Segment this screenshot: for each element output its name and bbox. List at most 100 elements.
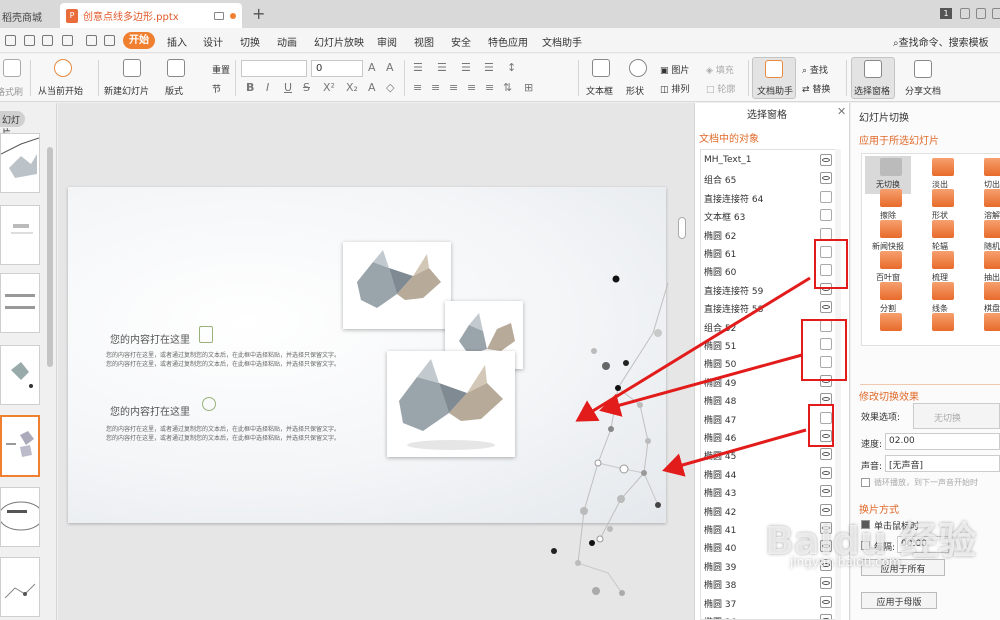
menu-doc-helper[interactable]: 文档助手 xyxy=(542,34,582,49)
clear-format-icon[interactable]: ◇ xyxy=(386,81,394,94)
object-row[interactable]: 椭圆 37 xyxy=(701,594,839,612)
layout-icon[interactable] xyxy=(167,59,185,77)
eye-icon[interactable] xyxy=(820,485,832,498)
object-row[interactable]: 直接连接符 64 xyxy=(701,189,839,207)
number-list-icon[interactable]: ☰ xyxy=(437,61,447,74)
object-row[interactable]: MH_Text_1 xyxy=(701,152,839,170)
menu-start[interactable]: 开始 xyxy=(123,32,155,49)
subscript-icon[interactable]: X₂ xyxy=(346,81,358,94)
eye-icon[interactable] xyxy=(820,614,832,619)
loop-checkbox[interactable] xyxy=(861,478,870,487)
slide-thumbnail[interactable] xyxy=(0,487,44,547)
object-row[interactable]: 组合 65 xyxy=(701,170,839,188)
menu-slideshow[interactable]: 幻灯片放映 xyxy=(314,34,364,49)
font-size-select[interactable]: 0 xyxy=(311,60,363,77)
transition-effect[interactable] xyxy=(917,311,963,349)
object-row[interactable]: 椭圆 38 xyxy=(701,575,839,593)
menu-review[interactable]: 审阅 xyxy=(377,34,397,49)
replace-button[interactable]: ⇄ 替换 xyxy=(802,82,830,95)
eye-icon[interactable] xyxy=(820,301,832,314)
slide-heading-1[interactable]: 您的内容打在这里 xyxy=(110,331,190,346)
menu-security[interactable]: 安全 xyxy=(451,34,471,49)
toolbar-icon-1[interactable] xyxy=(960,8,970,19)
polygon-image-3[interactable] xyxy=(387,351,515,457)
customize-icon[interactable] xyxy=(104,35,115,46)
slide-thumbnail[interactable] xyxy=(0,345,40,405)
distribute-icon[interactable]: ≡ xyxy=(485,81,494,94)
eye-icon[interactable] xyxy=(820,466,832,479)
eye-hidden-icon[interactable] xyxy=(820,227,832,240)
font-family-select[interactable] xyxy=(241,60,307,77)
bold-icon[interactable]: B xyxy=(246,81,254,94)
play-from-current-button[interactable]: 从当前开始 xyxy=(38,84,83,97)
eye-hidden-icon[interactable] xyxy=(820,190,832,203)
print-icon[interactable] xyxy=(24,35,35,46)
eye-icon[interactable] xyxy=(820,595,832,608)
menu-view[interactable]: 视图 xyxy=(414,34,434,49)
font-shrink-icon[interactable]: A xyxy=(386,61,394,74)
object-row[interactable]: 直接连接符 58 xyxy=(701,299,839,317)
object-row[interactable]: 椭圆 43 xyxy=(701,483,839,501)
align-left-icon[interactable]: ≡ xyxy=(413,81,422,94)
new-slide-icon[interactable] xyxy=(123,59,141,77)
reset-button[interactable]: 重置 xyxy=(212,63,230,76)
slide-body-1a[interactable]: 您的内容打在这里，或者通过复制您的文本后，在此框中选择粘贴，并选择只保留文字。 xyxy=(106,350,340,359)
eye-hidden-icon[interactable] xyxy=(820,209,832,222)
thumbnail-scrollbar[interactable] xyxy=(47,147,53,367)
sound-select[interactable]: [无声音] xyxy=(885,455,1000,472)
command-search[interactable]: ⌕查找命令、搜索模板 xyxy=(893,34,989,49)
underline-icon[interactable]: U xyxy=(284,81,292,94)
share-icon[interactable] xyxy=(914,60,932,78)
object-row[interactable]: 文本框 63 xyxy=(701,207,839,225)
font-color-icon[interactable]: A xyxy=(368,81,376,94)
window-count-badge[interactable]: 1 xyxy=(940,8,952,19)
object-row[interactable]: 椭圆 36 xyxy=(701,612,839,619)
close-icon[interactable]: ✕ xyxy=(837,105,846,118)
slide-thumbnail[interactable] xyxy=(0,273,40,333)
menu-icon[interactable] xyxy=(5,35,16,46)
italic-icon[interactable]: I xyxy=(266,81,269,94)
line-spacing-icon[interactable]: ↕ xyxy=(507,61,516,74)
slide-body-2a[interactable]: 您的内容打在这里，或者通过复制您的文本后，在此框中选择粘贴，并选择只保留文字。 xyxy=(106,424,340,433)
arrange-button[interactable]: ◫ 排列 xyxy=(660,82,689,95)
toolbar-icon-3[interactable] xyxy=(992,8,1000,19)
shape-button[interactable]: 形状 xyxy=(626,84,644,97)
slide-thumbnail-selected[interactable] xyxy=(0,415,40,477)
strikethrough-icon[interactable]: S xyxy=(303,81,310,94)
eye-icon[interactable] xyxy=(820,154,832,166)
tab-store[interactable]: 稻壳商城 xyxy=(0,3,56,28)
outdent-icon[interactable]: ☰ xyxy=(484,61,494,74)
justify-icon[interactable]: ≡ xyxy=(467,81,476,94)
slides-tab[interactable]: 幻灯片 xyxy=(0,111,25,139)
slide-thumbnail[interactable] xyxy=(0,205,40,265)
superscript-icon[interactable]: X² xyxy=(323,81,335,94)
object-row[interactable]: 椭圆 45 xyxy=(701,446,839,464)
text-direction-icon[interactable]: ⇅ xyxy=(503,81,512,94)
new-tab-button[interactable]: + xyxy=(252,4,265,23)
align-center-icon[interactable]: ≡ xyxy=(431,81,440,94)
preview-icon[interactable] xyxy=(42,35,53,46)
align-text-icon[interactable]: ⊞ xyxy=(524,81,533,94)
menu-transition[interactable]: 切换 xyxy=(240,34,260,49)
speed-input[interactable]: 02.00 xyxy=(885,433,1000,450)
transition-effect[interactable] xyxy=(969,311,1000,349)
effect-option-select[interactable]: 无切换 xyxy=(913,403,1000,429)
outline-button[interactable]: □ 轮廓 xyxy=(706,82,735,95)
slide-thumbnail[interactable] xyxy=(0,133,40,193)
indent-icon[interactable]: ☰ xyxy=(461,61,471,74)
slide-heading-2[interactable]: 您的内容打在这里 xyxy=(110,403,190,418)
fill-button[interactable]: ◈ 填充 xyxy=(706,63,734,76)
eye-icon[interactable] xyxy=(820,577,832,590)
shape-icon[interactable] xyxy=(629,59,647,77)
toolbar-icon-2[interactable] xyxy=(976,8,986,19)
textbox-button[interactable]: 文本框 xyxy=(586,84,613,97)
monitor-icon[interactable] xyxy=(214,11,224,20)
font-grow-icon[interactable]: A xyxy=(368,61,376,74)
textbox-icon[interactable] xyxy=(592,59,610,77)
format-painter-icon[interactable] xyxy=(3,59,21,77)
bullet-list-icon[interactable]: ☰ xyxy=(413,61,423,74)
menu-animation[interactable]: 动画 xyxy=(277,34,297,49)
eye-icon[interactable] xyxy=(820,172,832,185)
menu-insert[interactable]: 插入 xyxy=(167,34,187,49)
picture-button[interactable]: ▣ 图片 xyxy=(660,63,689,76)
